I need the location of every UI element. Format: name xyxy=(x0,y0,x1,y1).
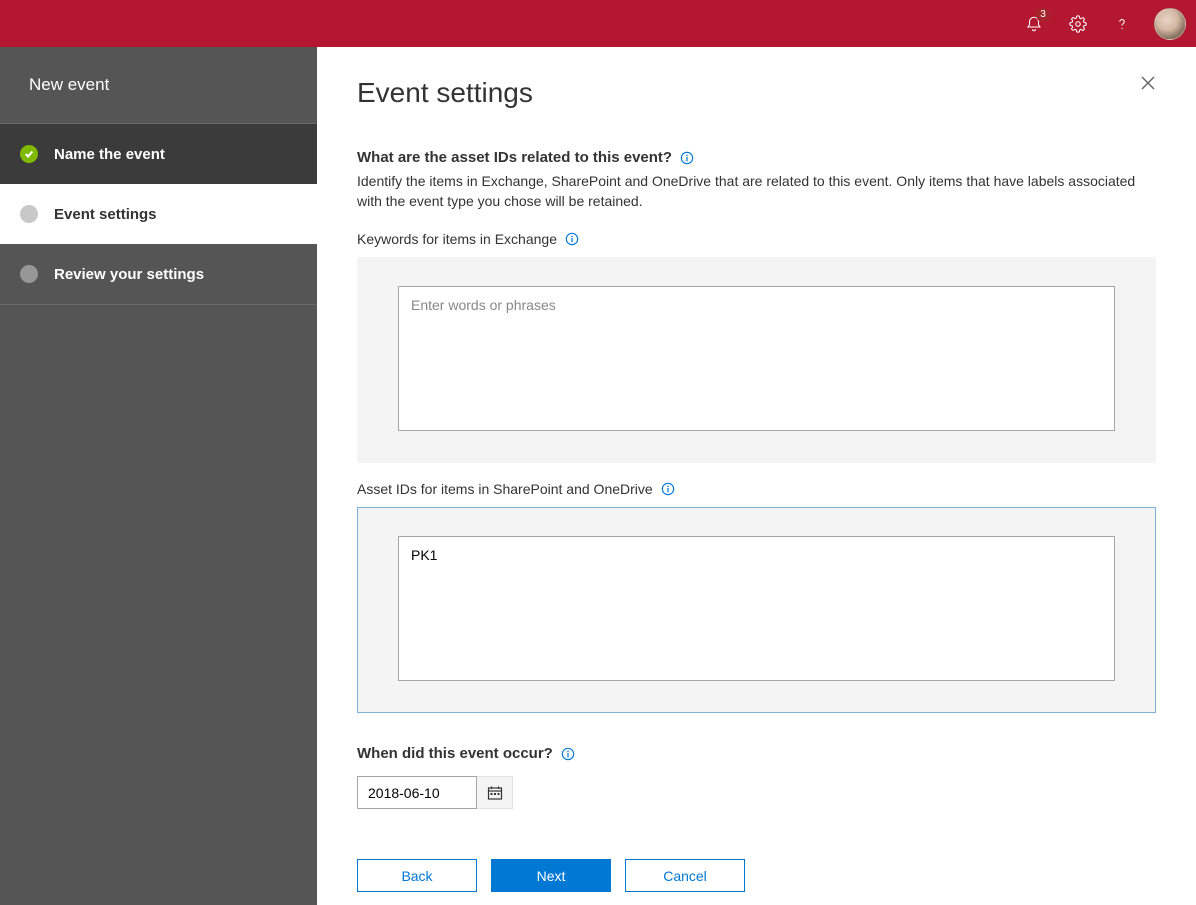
check-icon xyxy=(20,145,38,163)
topbar: 3 xyxy=(0,0,1196,47)
step-label: Review your settings xyxy=(54,266,204,283)
assetids-container xyxy=(357,507,1156,713)
step-dot-icon xyxy=(20,265,38,283)
section-question-text: What are the asset IDs related to this e… xyxy=(357,149,672,166)
main-panel: Event settings What are the asset IDs re… xyxy=(317,47,1196,905)
info-icon[interactable] xyxy=(565,232,579,246)
assetids-label: Asset IDs for items in SharePoint and On… xyxy=(357,481,675,497)
next-button[interactable]: Next xyxy=(491,859,611,892)
page-title: Event settings xyxy=(357,77,1156,109)
step-dot-icon xyxy=(20,205,38,223)
button-row: Back Next Cancel xyxy=(357,859,1156,892)
step-review-your-settings[interactable]: Review your settings xyxy=(0,244,317,305)
cancel-button[interactable]: Cancel xyxy=(625,859,745,892)
keywords-label: Keywords for items in Exchange xyxy=(357,231,579,247)
close-button[interactable] xyxy=(1140,75,1156,94)
user-avatar[interactable] xyxy=(1154,8,1186,40)
step-name-the-event[interactable]: Name the event xyxy=(0,124,317,184)
notification-badge: 3 xyxy=(1036,8,1050,22)
info-icon[interactable] xyxy=(561,747,575,761)
sidebar: New event Name the event Event settings … xyxy=(0,47,317,905)
info-icon[interactable] xyxy=(680,151,694,165)
section-description: Identify the items in Exchange, SharePoi… xyxy=(357,172,1156,211)
sidebar-header: New event xyxy=(0,47,317,124)
step-label: Event settings xyxy=(54,206,157,223)
info-icon[interactable] xyxy=(661,482,675,496)
step-label: Name the event xyxy=(54,146,165,163)
keywords-input[interactable] xyxy=(398,286,1115,431)
when-label-text: When did this event occur? xyxy=(357,745,553,762)
assetids-input[interactable] xyxy=(398,536,1115,681)
notifications-button[interactable]: 3 xyxy=(1014,4,1054,44)
section-question: What are the asset IDs related to this e… xyxy=(357,149,694,166)
date-picker-button[interactable] xyxy=(477,776,513,809)
keywords-container xyxy=(357,257,1156,463)
step-event-settings[interactable]: Event settings xyxy=(0,184,317,244)
help-button[interactable] xyxy=(1102,4,1142,44)
date-input[interactable] xyxy=(357,776,477,809)
assetids-label-text: Asset IDs for items in SharePoint and On… xyxy=(357,481,653,497)
settings-button[interactable] xyxy=(1058,4,1098,44)
when-label: When did this event occur? xyxy=(357,745,575,762)
back-button[interactable]: Back xyxy=(357,859,477,892)
keywords-label-text: Keywords for items in Exchange xyxy=(357,231,557,247)
